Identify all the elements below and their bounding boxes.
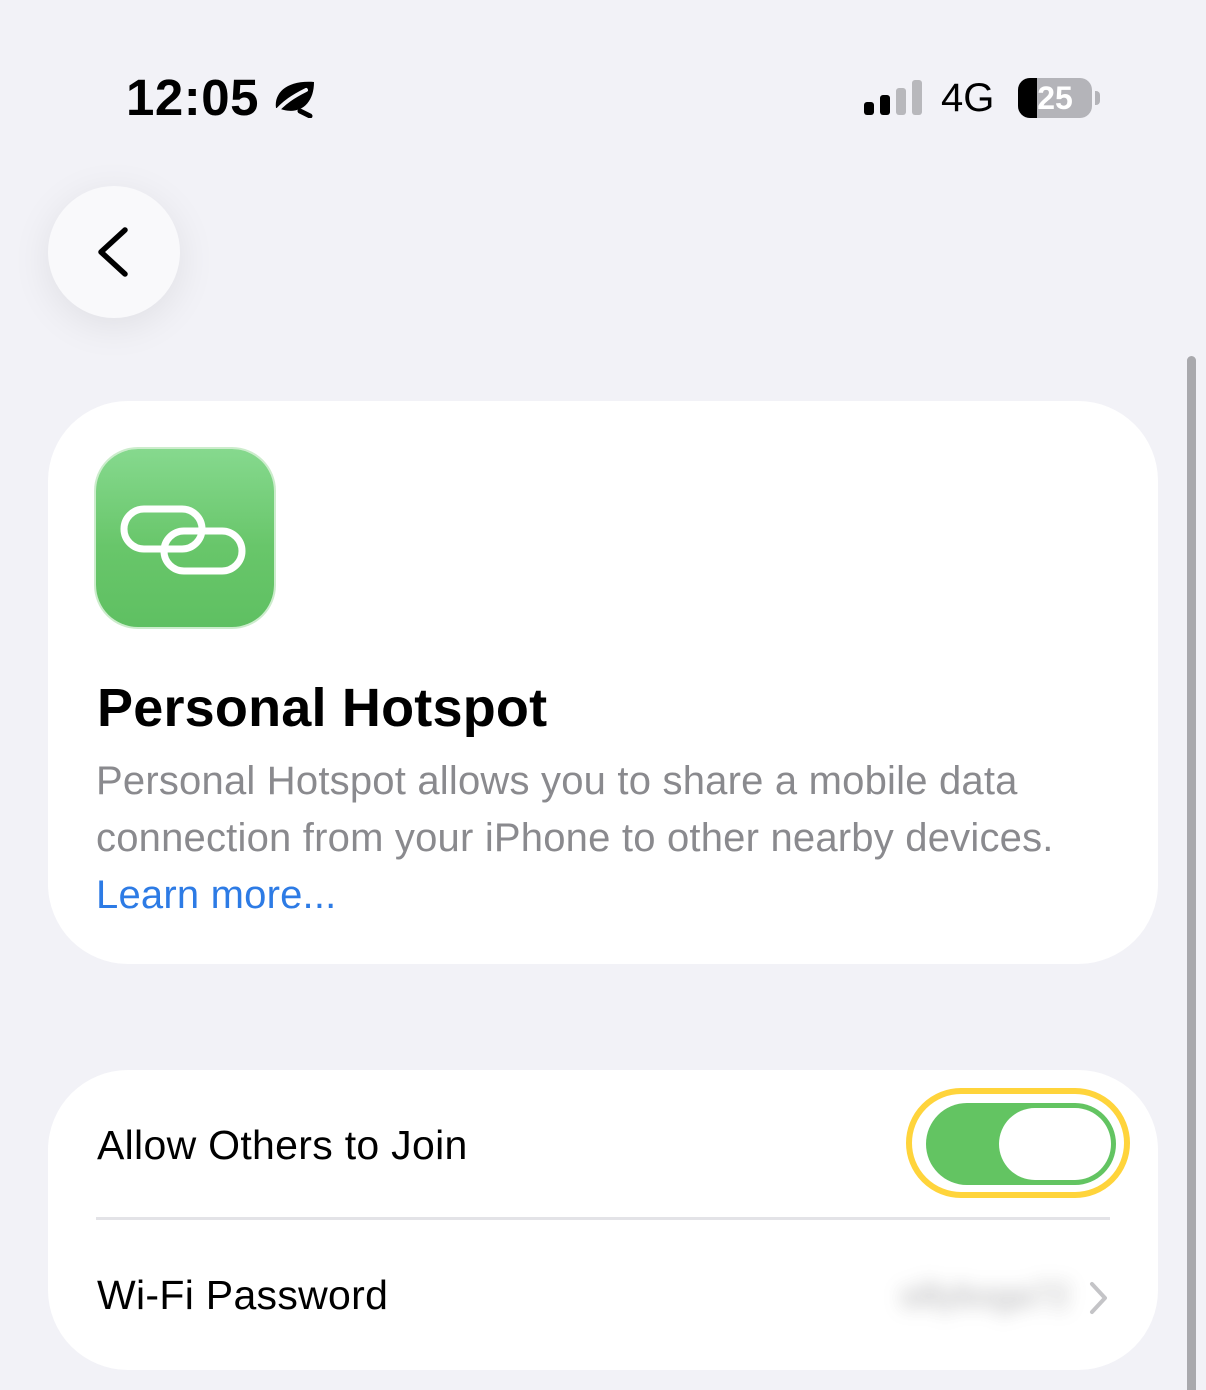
hotspot-settings-group: Allow Others to Join Wi-Fi Password sill…	[48, 1070, 1158, 1370]
wifi-password-value: sillyboga72	[899, 1277, 1070, 1315]
allow-others-row: Allow Others to Join	[48, 1070, 1158, 1220]
chevron-right-icon	[1090, 1282, 1107, 1314]
network-type-label: 4G	[941, 76, 995, 120]
link-icon	[120, 505, 246, 575]
wifi-password-row[interactable]: Wi-Fi Password sillyboga72	[48, 1220, 1158, 1370]
back-button[interactable]	[48, 186, 180, 318]
wifi-password-label: Wi-Fi Password	[97, 1272, 389, 1318]
battery-icon: 25	[1018, 78, 1102, 118]
allow-others-label: Allow Others to Join	[97, 1122, 468, 1168]
hotspot-description: Personal Hotspot allows you to share a m…	[96, 753, 1106, 924]
leaf-focus-icon	[270, 78, 318, 119]
status-bar: 12:05 4G 25	[0, 0, 1206, 150]
allow-others-toggle[interactable]	[926, 1103, 1116, 1185]
cellular-signal-icon	[864, 80, 926, 116]
personal-hotspot-app-icon	[96, 449, 274, 627]
page-title: Personal Hotspot	[97, 678, 548, 738]
battery-percent: 25	[1037, 80, 1073, 116]
learn-more-link[interactable]: Learn more...	[96, 873, 337, 917]
chevron-left-icon	[98, 227, 128, 277]
status-time: 12:05	[126, 69, 259, 126]
scroll-indicator[interactable]	[1187, 356, 1196, 1390]
toggle-knob	[999, 1108, 1111, 1180]
hotspot-info-card: Personal Hotspot Personal Hotspot allows…	[48, 401, 1158, 964]
description-text: Personal Hotspot allows you to share a m…	[96, 759, 1054, 860]
